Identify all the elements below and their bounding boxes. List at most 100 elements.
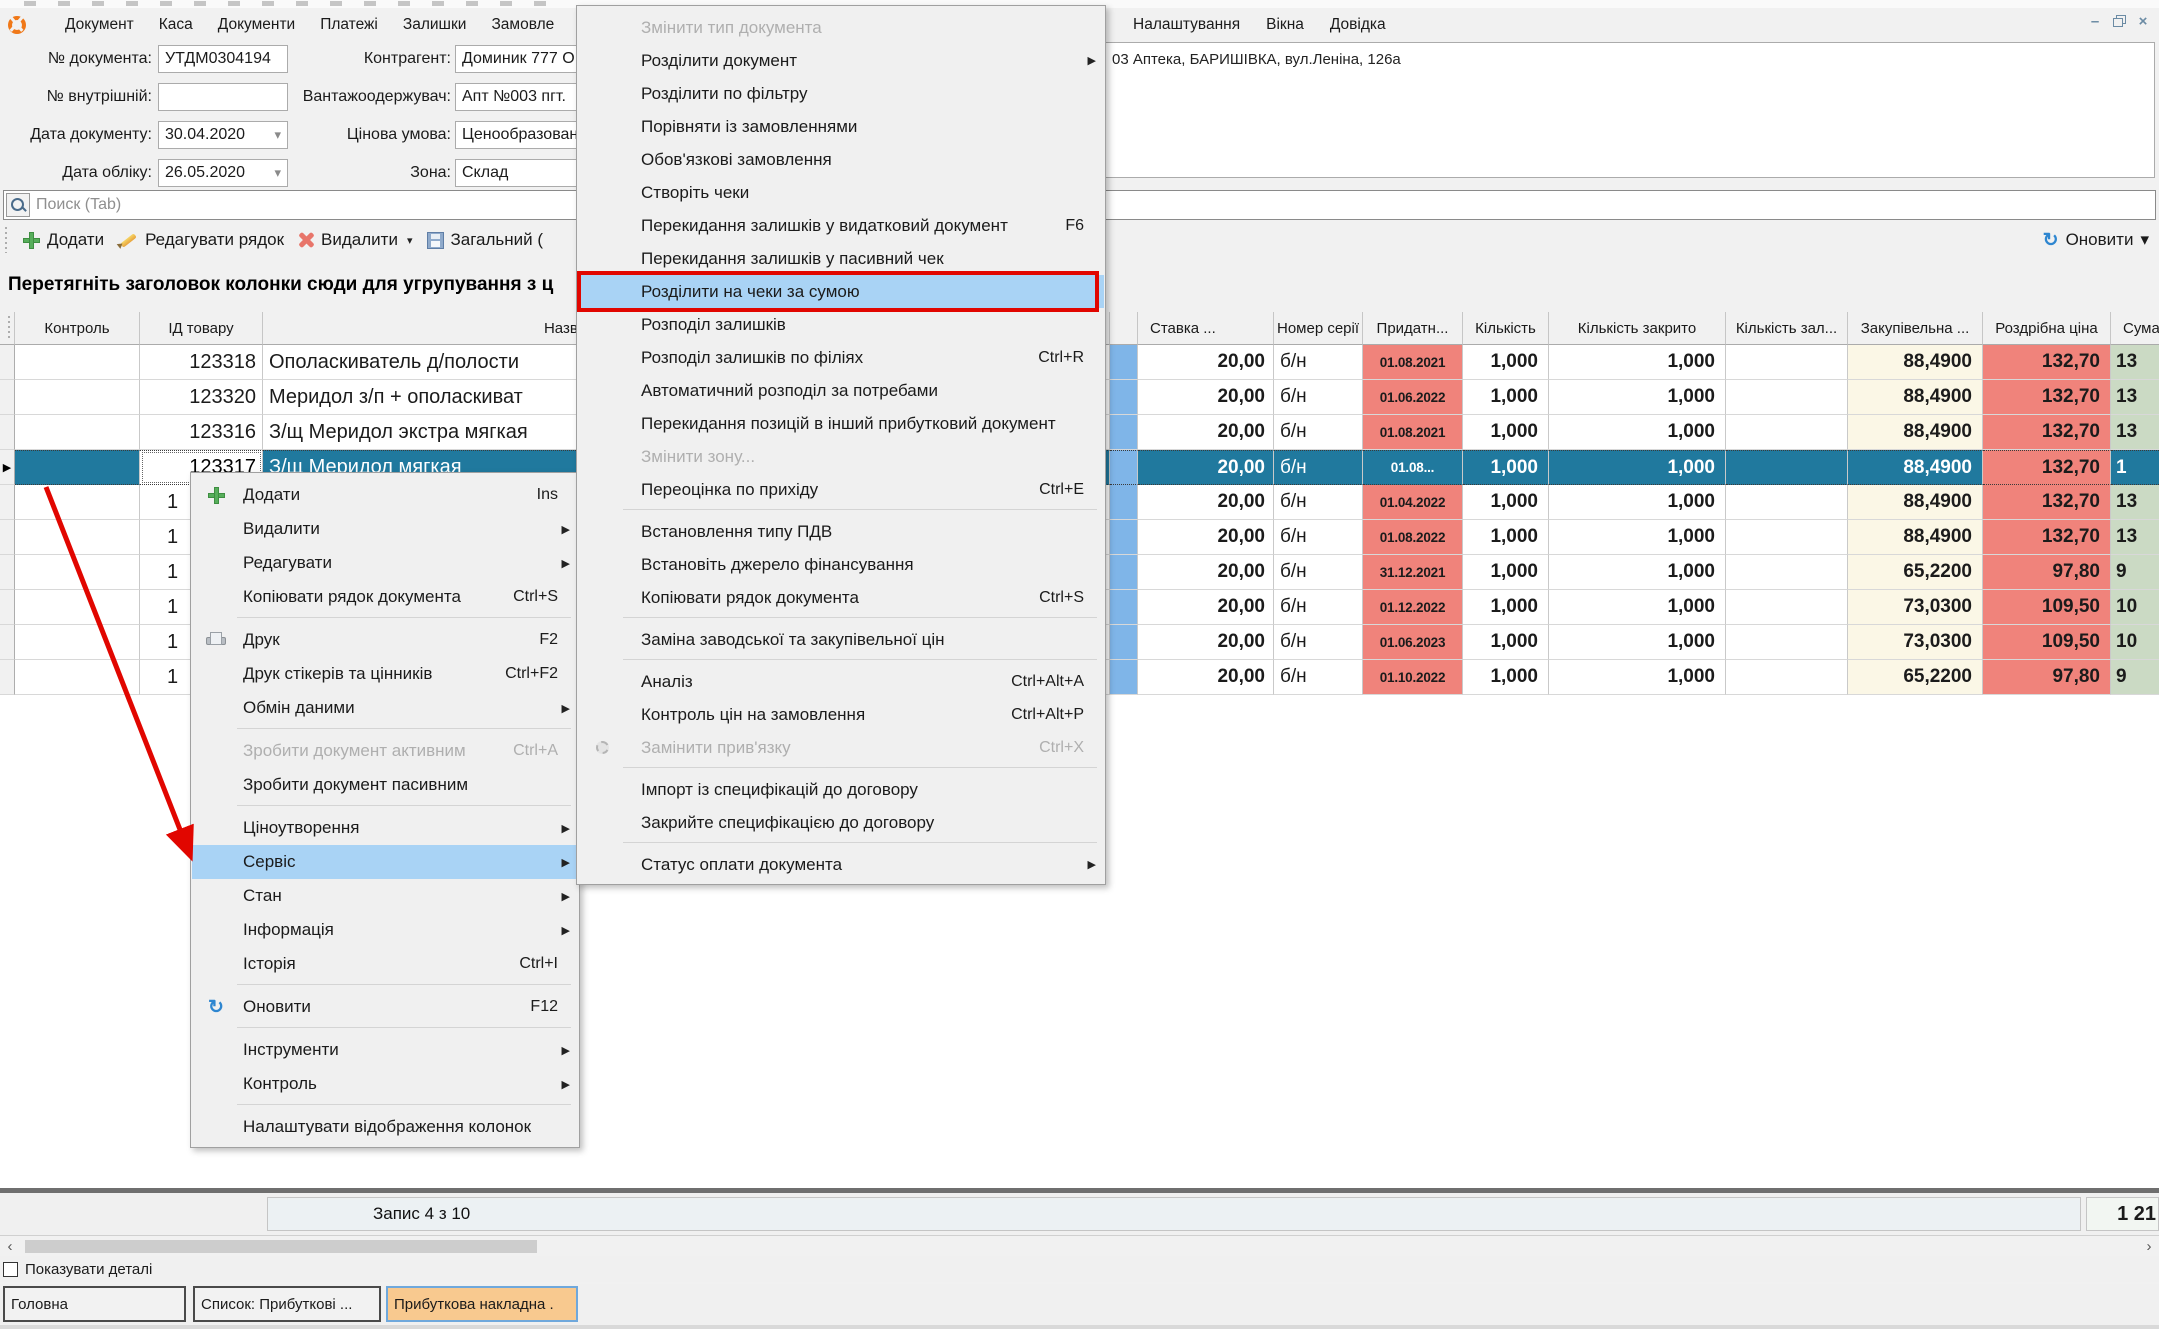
context-menu-item-17[interactable]: ІсторіяCtrl+I	[192, 947, 578, 981]
table-cell-flag[interactable]	[1110, 345, 1138, 380]
table-cell-prydatn[interactable]: 01.06.2022	[1363, 380, 1463, 415]
table-cell-retail[interactable]: 132,70	[1983, 485, 2111, 520]
service-submenu-item-24[interactable]: Контроль цін на замовленняCtrl+Alt+P	[578, 698, 1104, 731]
table-cell-qty_closed[interactable]: 1,000	[1549, 415, 1726, 450]
table-cell-qty[interactable]: 1,000	[1463, 415, 1549, 450]
table-cell-suma[interactable]: 10	[2111, 625, 2159, 660]
table-cell-stavka[interactable]: 20,00	[1138, 450, 1274, 485]
bottom-tab-2[interactable]: Список: Прибуткові ...	[193, 1286, 381, 1322]
table-cell-prydatn[interactable]: 01.04.2022	[1363, 485, 1463, 520]
context-menu-item-15[interactable]: Стан▶	[192, 879, 578, 913]
table-header-cell-qty_rem[interactable]: Кількість зал...	[1726, 312, 1848, 345]
menubar-item-2[interactable]: Каса	[157, 14, 195, 36]
table-cell-id[interactable]: 123316	[140, 415, 263, 450]
service-submenu-item-21[interactable]: Заміна заводської та закупівельної цін	[578, 623, 1104, 656]
minimize-button[interactable]: –	[2085, 10, 2105, 32]
context-menu-item-16[interactable]: Інформація▶	[192, 913, 578, 947]
table-cell-stavka[interactable]: 20,00	[1138, 660, 1274, 695]
show-details-checkbox[interactable]	[3, 1262, 18, 1277]
menubar-right-item-1[interactable]: Налаштування	[1131, 14, 1242, 36]
restore-button[interactable]	[2109, 10, 2129, 32]
table-cell-control[interactable]	[15, 415, 140, 450]
context-menu-item-4[interactable]: Копіювати рядок документаCtrl+S	[192, 580, 578, 614]
table-cell-seriya[interactable]: б/н	[1274, 450, 1363, 485]
table-cell-flag[interactable]	[1110, 660, 1138, 695]
delete-dropdown-arrow-icon[interactable]: ▾	[407, 234, 413, 247]
table-cell-purchase[interactable]: 88,4900	[1848, 485, 1983, 520]
toolbar-grip[interactable]	[3, 227, 9, 253]
table-cell-qty_rem[interactable]	[1726, 625, 1848, 660]
menubar-item-1[interactable]: Документ	[63, 14, 136, 36]
table-cell-qty[interactable]: 1,000	[1463, 380, 1549, 415]
table-cell-flag[interactable]	[1110, 555, 1138, 590]
table-cell-suma[interactable]: 13	[2111, 345, 2159, 380]
table-cell-suma[interactable]: 13	[2111, 485, 2159, 520]
table-cell-stavka[interactable]: 20,00	[1138, 590, 1274, 625]
total-button[interactable]: Загальний (	[427, 230, 544, 250]
service-submenu-item-4[interactable]: Порівняти із замовленнями	[578, 110, 1104, 143]
table-cell-qty_rem[interactable]	[1726, 660, 1848, 695]
table-cell-stavka[interactable]: 20,00	[1138, 520, 1274, 555]
table-cell-purchase[interactable]: 65,2200	[1848, 555, 1983, 590]
service-submenu-item-17[interactable]: Встановлення типу ПДВ	[578, 515, 1104, 548]
table-header-cell-purchase[interactable]: Закупівельна ...	[1848, 312, 1983, 345]
menubar-item-3[interactable]: Документи	[216, 14, 297, 36]
table-cell-retail[interactable]: 109,50	[1983, 590, 2111, 625]
service-submenu-item-13[interactable]: Перекидання позицій в інший прибутковий …	[578, 407, 1104, 440]
table-cell-qty_rem[interactable]	[1726, 380, 1848, 415]
table-cell-qty[interactable]: 1,000	[1463, 590, 1549, 625]
table-cell-qty_closed[interactable]: 1,000	[1549, 345, 1726, 380]
table-header-cell-stavka[interactable]: Ставка ...	[1138, 312, 1274, 345]
table-cell-prydatn[interactable]: 01.12.2022	[1363, 590, 1463, 625]
table-cell-qty_rem[interactable]	[1726, 555, 1848, 590]
table-cell-purchase[interactable]: 73,0300	[1848, 625, 1983, 660]
table-cell-suma[interactable]: 9	[2111, 555, 2159, 590]
add-button[interactable]: Додати	[23, 230, 104, 250]
table-cell-prydatn[interactable]: 01.08...	[1363, 450, 1463, 485]
context-menu-item-19[interactable]: ↻ОновитиF12	[192, 990, 578, 1024]
table-cell-suma[interactable]: 9	[2111, 660, 2159, 695]
menubar-item-4[interactable]: Платежі	[318, 14, 380, 36]
table-cell-purchase[interactable]: 73,0300	[1848, 590, 1983, 625]
table-cell-qty[interactable]: 1,000	[1463, 660, 1549, 695]
table-cell-qty_rem[interactable]	[1726, 590, 1848, 625]
table-cell-qty_closed[interactable]: 1,000	[1549, 625, 1726, 660]
service-submenu-item-27[interactable]: Імпорт із специфікацій до договору	[578, 773, 1104, 806]
table-header-cell-qty_closed[interactable]: Кількість закрито	[1549, 312, 1726, 345]
table-cell-flag[interactable]	[1110, 415, 1138, 450]
table-cell-qty_rem[interactable]	[1726, 520, 1848, 555]
table-cell-suma[interactable]: 13	[2111, 415, 2159, 450]
context-menu-item-11[interactable]: Зробити документ пасивним	[192, 768, 578, 802]
table-header-cell-prydatn[interactable]: Придатн...	[1363, 312, 1463, 345]
service-submenu-item-19[interactable]: Копіювати рядок документаCtrl+S	[578, 581, 1104, 614]
context-menu-item-14[interactable]: Сервіс▶	[192, 845, 578, 879]
table-cell-stavka[interactable]: 20,00	[1138, 345, 1274, 380]
service-submenu-item-7[interactable]: Перекидання залишків у видатковий докуме…	[578, 209, 1104, 242]
table-cell-qty_closed[interactable]: 1,000	[1549, 380, 1726, 415]
table-cell-stavka[interactable]: 20,00	[1138, 415, 1274, 450]
menubar-item-5[interactable]: Залишки	[401, 14, 469, 36]
table-cell-flag[interactable]	[1110, 450, 1138, 485]
service-submenu-item-15[interactable]: Переоцінка по прихідуCtrl+E	[578, 473, 1104, 506]
table-header-cell-qty[interactable]: Кількість	[1463, 312, 1549, 345]
table-cell-suma[interactable]: 13	[2111, 520, 2159, 555]
table-cell-id[interactable]: 123320	[140, 380, 263, 415]
context-menu-item-2[interactable]: Видалити▶	[192, 512, 578, 546]
table-cell-seriya[interactable]: б/н	[1274, 485, 1363, 520]
context-menu-item-6[interactable]: ДрукF2	[192, 623, 578, 657]
context-menu-item-22[interactable]: Контроль▶	[192, 1067, 578, 1101]
table-cell-control[interactable]	[15, 555, 140, 590]
table-header-cell-retail[interactable]: Роздрібна ціна	[1983, 312, 2111, 345]
table-cell-qty_rem[interactable]	[1726, 415, 1848, 450]
context-menu-item-7[interactable]: Друк стікерів та цінниківCtrl+F2	[192, 657, 578, 691]
table-cell-retail[interactable]: 97,80	[1983, 555, 2111, 590]
table-cell-seriya[interactable]: б/н	[1274, 625, 1363, 660]
service-submenu-item-9[interactable]: Розділити на чеки за сумою	[578, 275, 1104, 308]
table-cell-qty_rem[interactable]	[1726, 485, 1848, 520]
table-cell-control[interactable]	[15, 485, 140, 520]
table-cell-stavka[interactable]: 20,00	[1138, 625, 1274, 660]
horizontal-scrollbar[interactable]: ‹ ›	[0, 1235, 2159, 1256]
service-submenu-item-18[interactable]: Встановіть джерело фінансування	[578, 548, 1104, 581]
context-menu-item-3[interactable]: Редагувати▶	[192, 546, 578, 580]
table-cell-qty[interactable]: 1,000	[1463, 450, 1549, 485]
